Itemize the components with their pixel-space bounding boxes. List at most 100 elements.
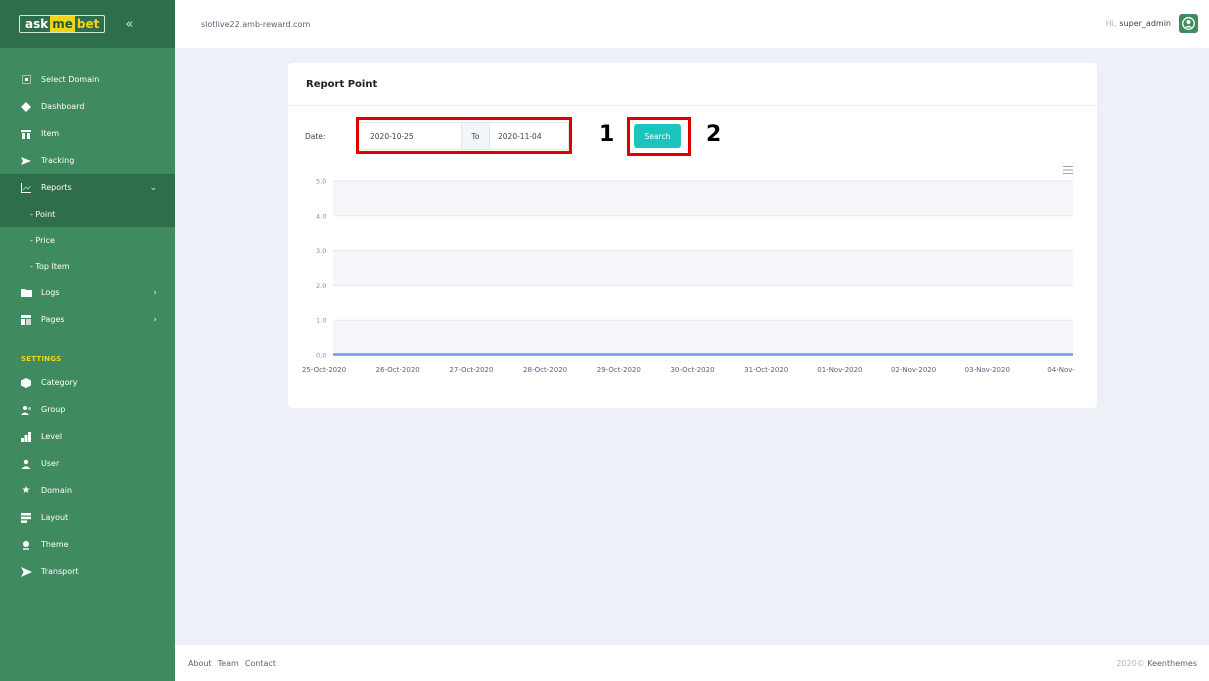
user-avatar-icon[interactable] bbox=[1179, 14, 1198, 33]
copyright: 2020© Keenthemes bbox=[1116, 659, 1197, 668]
pages-icon bbox=[20, 314, 32, 326]
sidebar-item-label: Theme bbox=[41, 540, 69, 549]
sidebar-item-label: Level bbox=[41, 432, 63, 441]
annotation-box-2 bbox=[627, 117, 691, 156]
annotation-number-1: 1 bbox=[599, 122, 615, 147]
sidebar-item-theme[interactable]: Theme bbox=[0, 531, 175, 558]
footer-link-about[interactable]: About bbox=[188, 659, 212, 668]
chart-y-tick-label: 4.0 bbox=[316, 212, 326, 220]
footer-link-contact[interactable]: Contact bbox=[245, 659, 276, 668]
sidebar-item-user[interactable]: User bbox=[0, 450, 175, 477]
username: super_admin bbox=[1119, 19, 1171, 28]
sidebar-item-select-domain[interactable]: Select Domain bbox=[0, 66, 175, 93]
user-menu[interactable]: Hi, super_admin bbox=[1106, 14, 1198, 33]
sidebar: ask me bet « Select Domain Dashboard Ite… bbox=[0, 0, 175, 681]
send-icon bbox=[20, 155, 32, 167]
logo[interactable]: ask me bet bbox=[19, 15, 106, 33]
chart-y-tick-label: 5.0 bbox=[316, 178, 326, 186]
sidebar-item-group[interactable]: Group bbox=[0, 396, 175, 423]
chart-x-tick-label: 28-Oct-2020 bbox=[523, 366, 567, 374]
sidebar-item-label: Pages bbox=[41, 315, 65, 324]
chart-grid-band bbox=[333, 320, 1073, 355]
group-icon bbox=[20, 404, 32, 416]
chart-grid-band bbox=[333, 250, 1073, 286]
sidebar-item-level[interactable]: Level bbox=[0, 423, 175, 450]
theme-icon bbox=[20, 539, 32, 551]
chart-y-tick-label: 2.0 bbox=[316, 282, 326, 290]
chart-y-tick-label: 3.0 bbox=[316, 247, 326, 255]
sidebar-item-label: Reports bbox=[41, 183, 72, 192]
footer-link-team[interactable]: Team bbox=[218, 659, 239, 668]
sidebar-item-item[interactable]: Item bbox=[0, 120, 175, 147]
sidebar-menu: Select Domain Dashboard Item Tracking Re… bbox=[0, 66, 175, 585]
sidebar-item-transport[interactable]: Transport bbox=[0, 558, 175, 585]
sidebar-item-label: Domain bbox=[41, 486, 73, 495]
box-icon bbox=[20, 377, 32, 389]
chart-x-tick-label: 01-Nov-2020 bbox=[817, 366, 862, 374]
sidebar-item-category[interactable]: Category bbox=[0, 369, 175, 396]
sidebar-subitem-point[interactable]: - Point bbox=[0, 201, 175, 227]
star-icon: ★ bbox=[21, 485, 31, 496]
sidebar-subitem-price[interactable]: - Price bbox=[0, 227, 175, 253]
footer-links: About Team Contact bbox=[188, 659, 276, 668]
sidebar-item-pages[interactable]: Pages › bbox=[0, 306, 175, 333]
sidebar-subitem-label: - Point bbox=[30, 209, 56, 219]
greeting: Hi, bbox=[1105, 19, 1117, 28]
sidebar-item-label: Logs bbox=[41, 288, 60, 297]
sidebar-item-label: Transport bbox=[41, 567, 79, 576]
chart-x-tick-label: 26-Oct-2020 bbox=[376, 366, 420, 374]
sidebar-item-dashboard[interactable]: Dashboard bbox=[0, 93, 175, 120]
sidebar-item-label: Item bbox=[41, 129, 60, 138]
report-chart: 0.0 1.0 2.0 3.0 4.0 5.0 25-Oct-2020 26-Oct-2020… bbox=[302, 178, 1075, 375]
logo-word-bet: bet bbox=[76, 17, 100, 31]
chart-grid-band bbox=[333, 181, 1073, 216]
sidebar-item-layout[interactable]: Layout bbox=[0, 504, 175, 531]
date-label: Date: bbox=[305, 132, 326, 141]
page-title: Report Point bbox=[288, 63, 1097, 106]
sidebar-item-label: Tracking bbox=[41, 156, 75, 165]
sidebar-item-label: Select Domain bbox=[41, 75, 100, 84]
current-domain: slotlive22.amb-reward.com bbox=[201, 19, 311, 29]
chart-y-tick-label: 1.0 bbox=[316, 317, 326, 325]
sidebar-item-logs[interactable]: Logs › bbox=[0, 279, 175, 306]
brand-bar: ask me bet « bbox=[0, 0, 175, 48]
domain-icon bbox=[20, 74, 32, 86]
chart-x-tick-label: 04-Nov- bbox=[1047, 366, 1075, 374]
chart-icon bbox=[20, 182, 32, 194]
settings-section-label: SETTINGS bbox=[21, 355, 62, 363]
level-icon bbox=[20, 431, 32, 443]
sidebar-item-label: Category bbox=[41, 378, 78, 387]
footer: About Team Contact 2020© Keenthemes bbox=[175, 645, 1209, 681]
chart-x-tick-label: 02-Nov-2020 bbox=[891, 366, 936, 374]
logo-word-ask: ask bbox=[25, 17, 49, 31]
sidebar-item-label: Group bbox=[41, 405, 66, 414]
sidebar-item-label: Layout bbox=[41, 513, 69, 522]
logo-word-me: me bbox=[50, 16, 75, 32]
chevron-down-icon: ⌄ bbox=[149, 182, 157, 193]
sidebar-item-label: User bbox=[41, 459, 60, 468]
sidebar-subitem-top-item[interactable]: - Top Item bbox=[0, 253, 175, 279]
sidebar-item-domain[interactable]: ★ Domain bbox=[0, 477, 175, 504]
annotation-box-1 bbox=[356, 117, 572, 154]
copyright-company[interactable]: Keenthemes bbox=[1147, 659, 1197, 668]
sidebar-item-tracking[interactable]: Tracking bbox=[0, 147, 175, 174]
top-header: slotlive22.amb-reward.com Hi, super_admi… bbox=[175, 0, 1209, 48]
chart-x-tick-label: 03-Nov-2020 bbox=[965, 366, 1010, 374]
sidebar-subitem-label: - Top Item bbox=[30, 261, 70, 271]
chart-menu-icon[interactable] bbox=[1063, 166, 1073, 174]
chevron-right-icon: › bbox=[153, 314, 157, 325]
chart-y-tick-label: 0.0 bbox=[316, 352, 326, 360]
chevron-right-icon: › bbox=[153, 287, 157, 298]
double-chevron-left-icon[interactable]: « bbox=[125, 17, 133, 32]
chart-x-tick-label: 31-Oct-2020 bbox=[744, 366, 788, 374]
chart-x-tick-label: 29-Oct-2020 bbox=[597, 366, 641, 374]
sidebar-item-reports[interactable]: Reports ⌄ bbox=[0, 174, 175, 201]
transport-icon bbox=[20, 566, 32, 578]
chart-x-tick-label: 25-Oct-2020 bbox=[302, 366, 346, 374]
user-icon bbox=[20, 458, 32, 470]
sidebar-subitem-label: - Price bbox=[30, 235, 55, 245]
folder-icon bbox=[20, 287, 32, 299]
sidebar-item-label: Dashboard bbox=[41, 102, 85, 111]
diamond-icon bbox=[20, 101, 32, 113]
layout-icon bbox=[20, 512, 32, 524]
